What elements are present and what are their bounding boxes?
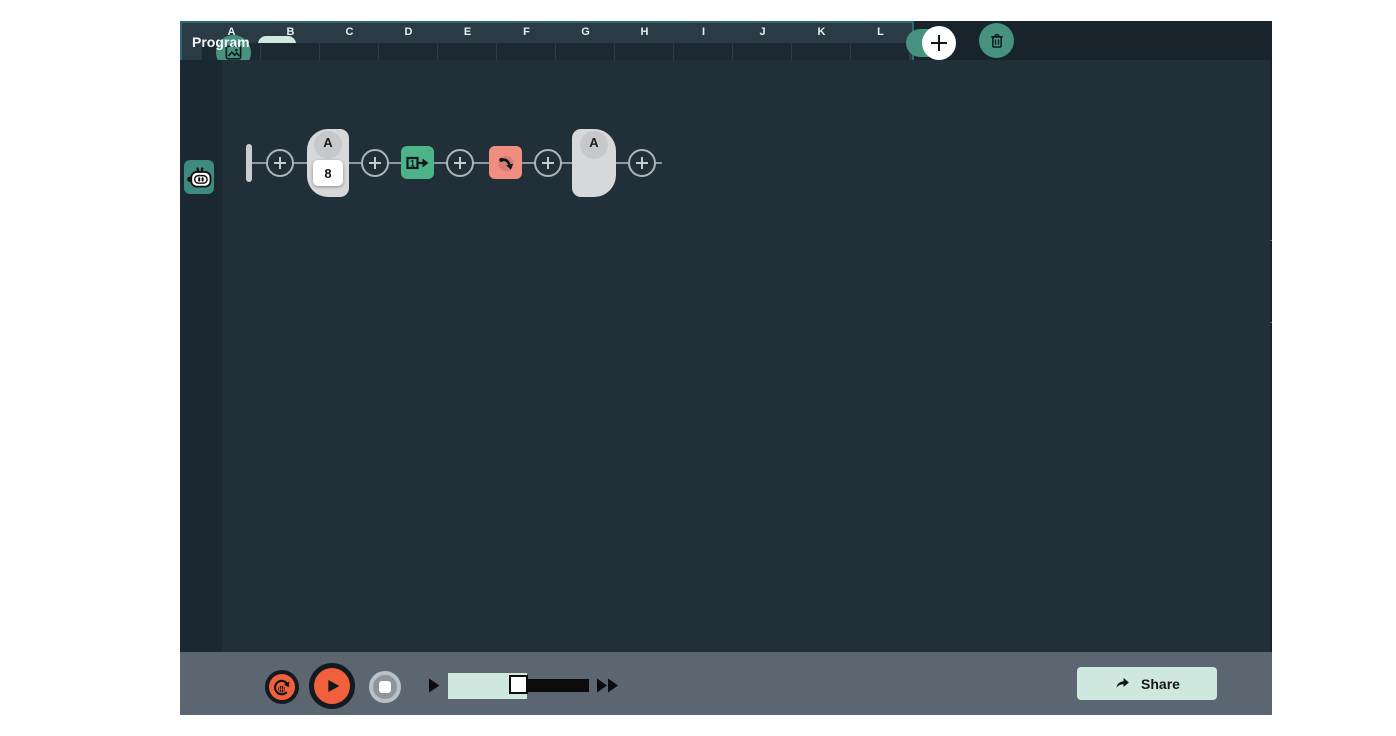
speed-slider-thumb[interactable] — [509, 675, 528, 694]
step-turn-right-45[interactable] — [489, 146, 522, 179]
character-tab[interactable] — [184, 160, 214, 194]
column-header: C — [320, 22, 379, 42]
character-column — [180, 60, 222, 715]
program-title: Program — [192, 34, 250, 50]
loop-iterations-input[interactable]: 8 — [313, 160, 343, 186]
stop-button[interactable] — [369, 671, 401, 703]
column-header: J — [733, 22, 792, 42]
column-header: L — [851, 22, 910, 42]
refresh-icon — [272, 677, 292, 697]
column-header: B — [261, 22, 320, 42]
step-loop-end[interactable]: A — [572, 129, 616, 197]
fast-speed-icon — [596, 677, 620, 699]
sequence-start-marker — [246, 144, 252, 182]
column-header: K — [792, 22, 851, 42]
svg-text:1: 1 — [409, 158, 414, 168]
add-node-toggle-knob — [922, 26, 956, 60]
turn-right-45-icon — [493, 150, 518, 175]
play-button[interactable] — [309, 663, 355, 709]
loop-label: A — [307, 135, 349, 150]
add-step-button[interactable] — [266, 149, 294, 177]
add-node-toggle[interactable] — [906, 29, 952, 57]
step-forward-1[interactable]: 1 — [401, 146, 434, 179]
speed-slider-track-filled[interactable] — [527, 679, 589, 692]
forward-1-icon: 1 — [405, 151, 431, 175]
column-header: D — [379, 22, 438, 42]
loop-label: A — [572, 135, 616, 150]
column-header: F — [497, 22, 556, 42]
column-header: G — [556, 22, 615, 42]
share-label: Share — [1141, 676, 1180, 692]
slow-speed-icon — [427, 677, 441, 699]
add-step-button[interactable] — [361, 149, 389, 177]
add-step-button[interactable] — [534, 149, 562, 177]
stop-icon — [379, 681, 391, 693]
robot-icon — [187, 166, 212, 188]
refresh-button[interactable] — [265, 670, 299, 704]
weavly-app: W WEAVLY Actions Movements 1 1 — [180, 21, 1272, 715]
delete-all-button[interactable] — [979, 23, 1014, 58]
share-icon — [1114, 675, 1131, 692]
column-header: H — [615, 22, 674, 42]
column-header: E — [438, 22, 497, 42]
playback-bar: Share — [180, 652, 1272, 715]
column-header: I — [674, 22, 733, 42]
program-sequence: A 8 1 A — [222, 60, 1270, 713]
step-loop-start[interactable]: A 8 — [307, 129, 349, 197]
play-icon — [321, 675, 343, 697]
add-step-button[interactable] — [446, 149, 474, 177]
trash-icon — [988, 32, 1006, 50]
add-step-button[interactable] — [628, 149, 656, 177]
share-button[interactable]: Share — [1077, 667, 1217, 700]
plus-icon — [929, 33, 949, 53]
